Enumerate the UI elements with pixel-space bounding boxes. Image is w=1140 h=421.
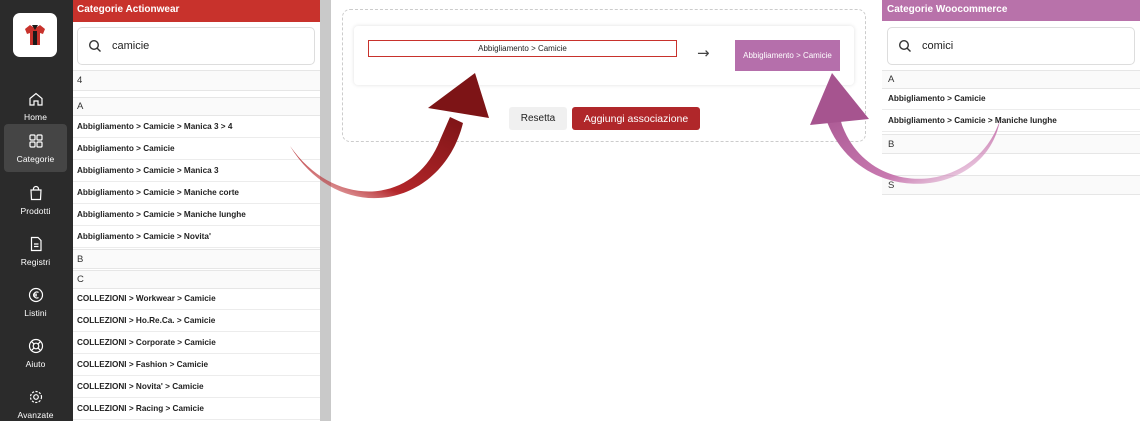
search-icon xyxy=(88,39,101,52)
letter-header: S xyxy=(882,175,1140,195)
sidebar-item-label: Registri xyxy=(20,256,51,267)
letter-header: B xyxy=(882,134,1140,154)
sidebar-item-label: Home xyxy=(23,111,48,122)
list-item[interactable]: Abbigliamento > Camicie > Manica 3 > 4 xyxy=(73,116,320,138)
list-item[interactable]: Abbigliamento > Camicie > Novita' xyxy=(73,226,320,248)
list-item[interactable]: Abbigliamento > Camicie xyxy=(73,138,320,160)
logo[interactable] xyxy=(13,13,57,57)
grid-icon xyxy=(28,133,43,148)
list-item[interactable]: Abbigliamento > Camicie xyxy=(882,88,1140,110)
sidebar-item-home[interactable]: Home xyxy=(4,82,67,130)
letter-header: A xyxy=(73,97,320,116)
actionwear-category-panel: Categorie Actionwear camicie 4 A Abbigli… xyxy=(73,0,320,421)
gear-icon xyxy=(29,390,42,403)
list-item[interactable]: Abbigliamento > Camicie > Maniche corte xyxy=(73,182,320,204)
target-category-field[interactable]: Abbigliamento > Camicie xyxy=(735,40,840,71)
reset-button[interactable]: Resetta xyxy=(509,107,567,130)
panel-scrollbar[interactable] xyxy=(320,0,331,421)
list-item[interactable]: Abbigliamento > Camicie > Maniche lunghe xyxy=(882,110,1140,132)
lifebuoy-icon xyxy=(28,338,43,353)
bag-icon xyxy=(29,185,42,200)
list-item[interactable]: COLLEZIONI > Workwear > Camicie xyxy=(73,288,320,310)
list-item[interactable]: COLLEZIONI > Corporate > Camicie xyxy=(73,332,320,354)
source-category-field[interactable]: Abbigliamento > Camicie xyxy=(368,40,677,57)
list-item[interactable]: COLLEZIONI > Ho.Re.Ca. > Camicie xyxy=(73,310,320,332)
add-association-button[interactable]: Aggiungi associazione xyxy=(572,107,700,130)
document-icon xyxy=(30,236,42,251)
sidebar-item-label: Listini xyxy=(24,307,47,318)
arrow-right-icon: → xyxy=(697,44,710,62)
sidebar-item-categorie[interactable]: Categorie xyxy=(4,124,67,172)
woocommerce-category-panel: Categorie Woocommerce comici A Abbigliam… xyxy=(882,0,1140,421)
sidebar-item-label: Avanzate xyxy=(17,409,54,420)
sidebar-item-avanzate[interactable]: Avanzate xyxy=(4,380,67,421)
letter-header: A xyxy=(882,70,1140,89)
home-icon xyxy=(28,92,43,106)
sidebar-item-registri[interactable]: Registri xyxy=(4,227,67,275)
search-icon xyxy=(898,39,911,52)
search-input[interactable]: comici xyxy=(887,27,1135,65)
sidebar-item-label: Aiuto xyxy=(25,358,46,369)
sidebar-item-label: Prodotti xyxy=(20,205,51,216)
search-value: comici xyxy=(922,40,954,52)
t-shirt-logo-icon xyxy=(25,25,45,45)
app-window: Home Categorie Prodotti Registri Listini… xyxy=(0,0,1140,421)
list-item[interactable]: Abbigliamento > Camicie > Manica 3 xyxy=(73,160,320,182)
letter-header: 4 xyxy=(73,70,320,91)
euro-icon xyxy=(28,287,43,302)
sidebar: Home Categorie Prodotti Registri Listini… xyxy=(0,0,73,421)
list-item[interactable]: COLLEZIONI > Fashion > Camicie xyxy=(73,354,320,376)
sidebar-item-listini[interactable]: Listini xyxy=(4,278,67,326)
letter-header: C xyxy=(73,270,320,289)
panel-title: Categorie Actionwear xyxy=(73,0,320,22)
panel-title: Categorie Woocommerce xyxy=(882,0,1140,21)
list-item[interactable]: Abbigliamento > Camicie > Maniche lunghe xyxy=(73,204,320,226)
search-input[interactable]: camicie xyxy=(77,27,315,65)
sidebar-item-prodotti[interactable]: Prodotti xyxy=(4,176,67,224)
letter-header: B xyxy=(73,249,320,269)
search-value: camicie xyxy=(112,40,150,52)
list-item[interactable]: COLLEZIONI > Racing > Camicie xyxy=(73,398,320,420)
sidebar-item-label: Categorie xyxy=(16,153,55,164)
sidebar-item-aiuto[interactable]: Aiuto xyxy=(4,329,67,377)
list-item[interactable]: COLLEZIONI > Novita' > Camicie xyxy=(73,376,320,398)
